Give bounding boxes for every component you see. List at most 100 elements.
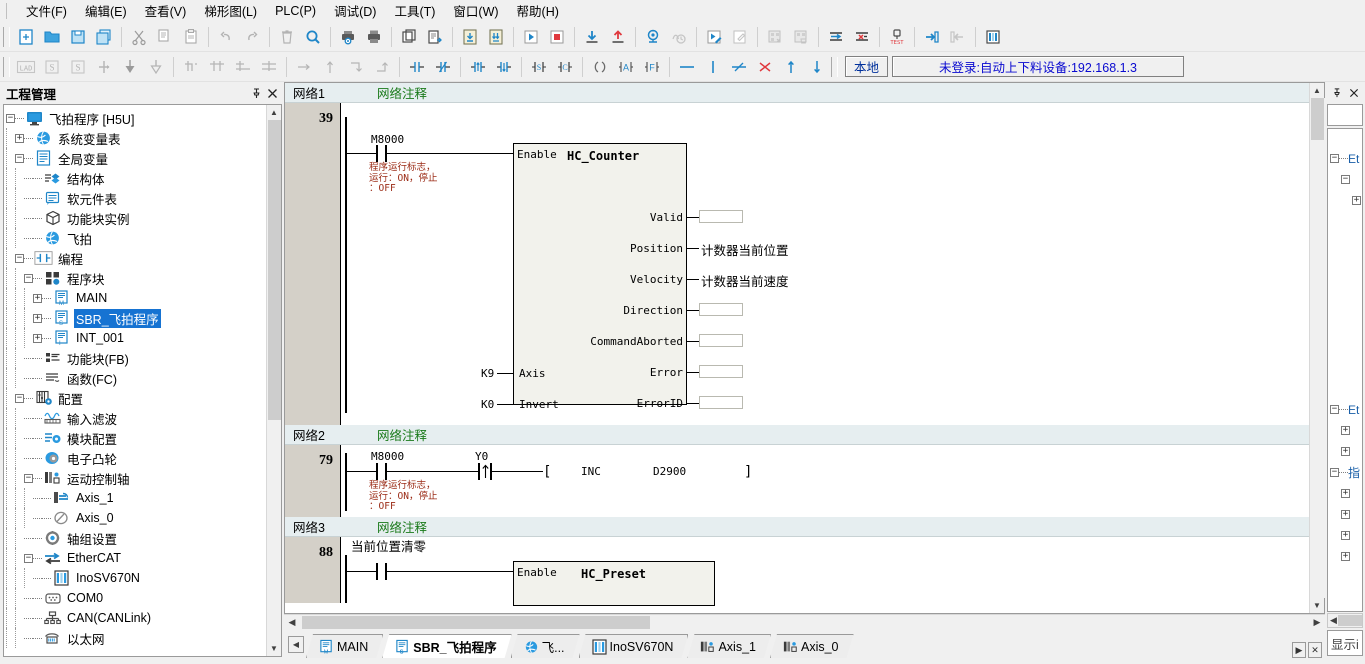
instruction-operand[interactable]: D2900 — [653, 465, 686, 478]
instruction-node-9[interactable]: + — [1328, 526, 1362, 545]
tree-item-8[interactable]: − 程序块 — [6, 268, 266, 288]
tab-Axis_1[interactable]: Axis_1 — [687, 634, 771, 658]
logout-icon[interactable] — [945, 24, 971, 50]
tree-expander-collapse[interactable]: − — [24, 273, 33, 283]
tree-item-15[interactable]: 输入滤波 — [6, 408, 266, 428]
ladder-hscrollbar[interactable]: ◀ ▶ — [284, 614, 1325, 630]
scroll-right-icon[interactable]: ▶ — [1309, 615, 1325, 630]
input-value-axis[interactable]: K9 — [481, 367, 494, 380]
monitor-icon[interactable] — [640, 24, 666, 50]
tree-item-6[interactable]: 飞拍 — [6, 228, 266, 248]
network-2-canvas[interactable]: M8000 Y0 [INC D2900] 程序运行标志， 运行：ON，停止 … — [341, 445, 1309, 517]
tab-[interactable]: 飞... — [511, 634, 580, 658]
scroll-left-icon[interactable]: ◀ — [1328, 615, 1337, 626]
copy-icon[interactable] — [152, 24, 178, 50]
contact-falling-icon[interactable] — [491, 54, 517, 80]
tree-expander-expand[interactable]: + — [1341, 552, 1350, 561]
contact-nc-icon[interactable] — [430, 54, 456, 80]
contact-no-icon[interactable] — [404, 54, 430, 80]
run-edit-icon[interactable] — [701, 24, 727, 50]
tree-item-12[interactable]: 功能块(FB) — [6, 348, 266, 368]
tree-expander-expand[interactable]: + — [15, 133, 24, 143]
print-preview-icon[interactable] — [335, 24, 361, 50]
pin-icon[interactable] — [1330, 86, 1344, 100]
tree-item-22[interactable]: − EtherCAT — [6, 548, 266, 568]
toolbar-grip[interactable] — [3, 26, 10, 47]
tree-expander-expand[interactable]: + — [1352, 196, 1361, 205]
output-value-commandaborted[interactable] — [699, 334, 743, 347]
stop-icon[interactable] — [544, 24, 570, 50]
menu-tools[interactable]: 工具(T) — [385, 0, 444, 23]
open-folder-icon[interactable] — [39, 24, 65, 50]
scroll-down-icon[interactable]: ▼ — [1310, 598, 1325, 613]
tree-expander-expand[interactable]: + — [33, 313, 42, 323]
tree-item-7[interactable]: − 编程 — [6, 248, 266, 268]
tab-InoSV670N[interactable]: InoSV670N — [579, 634, 689, 658]
scroll-up-icon[interactable]: ▲ — [267, 105, 282, 120]
tree-item-20[interactable]: Axis_0 — [6, 508, 266, 528]
network-1-canvas[interactable]: M8000 程序运行标志， 运行：ON，停止 ：OFF Enable HC_Co… — [341, 103, 1309, 425]
instruction-node-8[interactable]: + — [1328, 505, 1362, 524]
tree-item-0[interactable]: − 飞拍程序 [H5U] — [6, 108, 266, 128]
download-plc-icon[interactable] — [579, 24, 605, 50]
scrollbar-thumb[interactable] — [1310, 98, 1324, 140]
coil-icon[interactable] — [587, 54, 613, 80]
tree-expander-expand[interactable]: + — [1341, 531, 1350, 540]
delete-icon[interactable] — [274, 24, 300, 50]
contact-rising-icon[interactable] — [465, 54, 491, 80]
func-f-icon[interactable]: F — [639, 54, 665, 80]
paste-icon[interactable] — [178, 24, 204, 50]
branch-bl-icon[interactable] — [230, 54, 256, 80]
menu-edit[interactable]: 编辑(E) — [76, 0, 136, 23]
instruction-node-7[interactable]: + — [1328, 484, 1362, 503]
module-view-icon[interactable] — [980, 24, 1006, 50]
menu-window[interactable]: 窗口(W) — [444, 0, 507, 23]
clock-monitor-icon[interactable] — [666, 24, 692, 50]
instruction-search-input[interactable] — [1327, 104, 1363, 126]
tree-expander-collapse[interactable]: − — [1330, 468, 1339, 477]
tree-item-5[interactable]: 功能块实例 — [6, 208, 266, 228]
output-value-velocity[interactable]: 计数器当前速度 — [701, 271, 789, 290]
connection-mode-chip[interactable]: 本地 — [845, 56, 889, 77]
branch-tt-icon[interactable] — [204, 54, 230, 80]
clear-program-icon[interactable] — [762, 24, 788, 50]
corner-up-icon[interactable] — [369, 54, 395, 80]
menu-debug[interactable]: 调试(D) — [325, 0, 385, 23]
instruction-hscrollbar[interactable]: ◀ — [1327, 613, 1363, 628]
arrow-up-icon[interactable] — [317, 54, 343, 80]
func-block-a-icon[interactable]: A — [613, 54, 639, 80]
tree-expander-expand[interactable]: + — [1341, 510, 1350, 519]
tree-item-2[interactable]: − 全局变量 — [6, 148, 266, 168]
instruction-node-0[interactable]: − Et — [1328, 149, 1362, 168]
tab-nav-next[interactable]: ▶ — [1292, 642, 1306, 658]
vline-icon[interactable] — [700, 54, 726, 80]
compile-all-icon[interactable] — [422, 24, 448, 50]
instruction-tree[interactable]: − Et − + − Et + + − 指 + + + + — [1327, 128, 1363, 612]
upload-doc-icon[interactable] — [483, 24, 509, 50]
tree-expander-collapse[interactable]: − — [15, 393, 24, 403]
save-all-icon[interactable] — [91, 24, 117, 50]
tree-expander-collapse[interactable]: − — [1330, 405, 1339, 414]
tab-Axis_0[interactable]: Axis_0 — [770, 634, 854, 658]
network-2-comment[interactable]: 网络注释 — [377, 425, 427, 444]
tree-item-11[interactable]: + I INT_001 — [6, 328, 266, 348]
compile-icon[interactable] — [396, 24, 422, 50]
set-coil-icon[interactable]: S — [526, 54, 552, 80]
tree-item-1[interactable]: + 系统变量表 — [6, 128, 266, 148]
arrow-right-icon[interactable] — [291, 54, 317, 80]
hline-icon[interactable] — [674, 54, 700, 80]
insert-above-icon[interactable] — [143, 54, 169, 80]
scrollbar-track[interactable] — [266, 120, 281, 641]
scrollbar-thumb[interactable] — [1337, 615, 1362, 626]
tree-expander-expand[interactable]: + — [1341, 426, 1350, 435]
pin-icon[interactable] — [248, 85, 264, 101]
scroll-left-icon[interactable]: ◀ — [284, 615, 300, 630]
delete-row-icon[interactable] — [849, 24, 875, 50]
tree-expander-collapse[interactable]: − — [24, 553, 33, 563]
lad-mode-icon[interactable]: LAD — [13, 54, 39, 80]
tree-item-21[interactable]: 轴组设置 — [6, 528, 266, 548]
new-file-icon[interactable] — [13, 24, 39, 50]
cut-icon[interactable] — [126, 24, 152, 50]
instruction-node-2[interactable]: + — [1328, 191, 1362, 210]
output-value-errorid[interactable] — [699, 396, 743, 409]
